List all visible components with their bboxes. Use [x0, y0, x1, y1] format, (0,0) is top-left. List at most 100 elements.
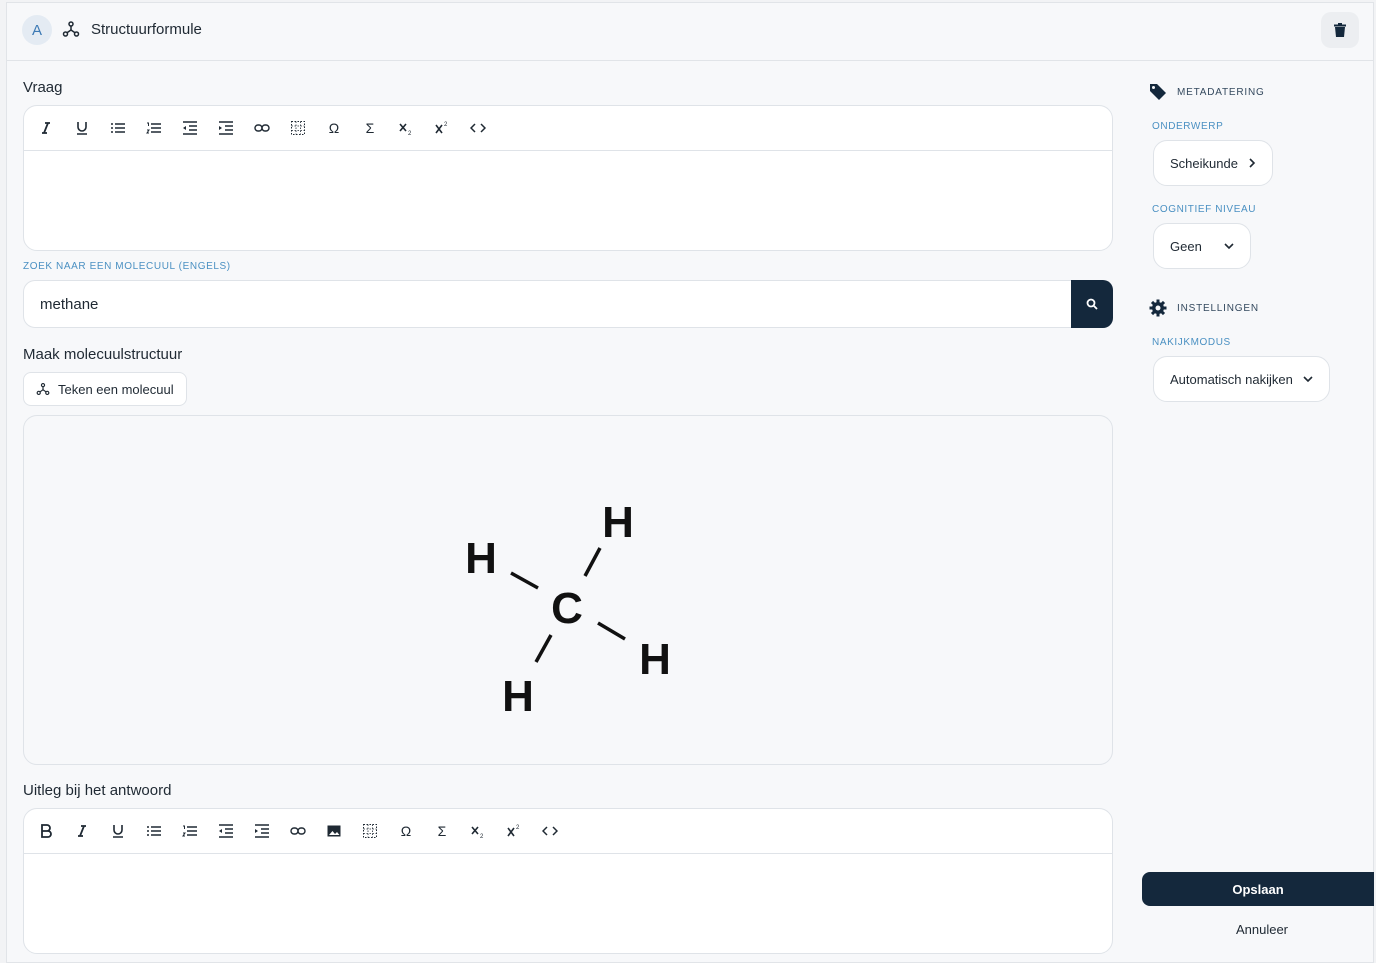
table-button[interactable]: [352, 816, 388, 846]
molecule-canvas[interactable]: C H H H H: [23, 415, 1113, 765]
settings-heading: INSTELLINGEN: [1149, 299, 1259, 317]
draw-molecule-label: Teken een molecuul: [58, 381, 174, 397]
superscript-icon: 2: [507, 825, 520, 837]
svg-text:2: 2: [516, 825, 520, 831]
subject-value: Scheikunde: [1170, 155, 1238, 171]
code-icon: [542, 826, 558, 836]
subject-selector[interactable]: Scheikunde: [1153, 140, 1273, 186]
image-icon: [327, 825, 341, 837]
indent-icon: [219, 121, 233, 135]
gear-icon: [1149, 299, 1167, 317]
subscript-button[interactable]: 2: [460, 816, 496, 846]
svg-text:2: 2: [444, 122, 448, 128]
link-button[interactable]: [280, 816, 316, 846]
subscript-icon: 2: [471, 826, 484, 839]
molecule-icon: [36, 382, 50, 396]
outdent-button[interactable]: [172, 113, 208, 143]
metadata-heading-label: METADATERING: [1177, 86, 1265, 98]
atom-h-right: H: [639, 635, 671, 684]
subject-label: ONDERWERP: [1152, 121, 1224, 132]
atom-h-bottom: H: [502, 672, 534, 721]
numbered-list-icon: [182, 825, 197, 837]
source-code-button[interactable]: [532, 816, 568, 846]
explanation-text-area[interactable]: [24, 854, 1112, 953]
save-button[interactable]: Opslaan: [1142, 872, 1374, 906]
underline-button[interactable]: [64, 113, 100, 143]
bullet-list-button[interactable]: [100, 113, 136, 143]
bold-icon: [41, 824, 52, 838]
question-editor: Ω Σ 2 2: [23, 105, 1113, 251]
subscript-button[interactable]: 2: [388, 113, 424, 143]
search-label: ZOEK NAAR EEN MOLECUUL (ENGELS): [23, 261, 231, 272]
bullet-list-icon: [147, 826, 161, 836]
superscript-icon: 2: [435, 122, 448, 134]
question-toolbar: Ω Σ 2 2: [24, 106, 1112, 151]
settings-heading-label: INSTELLINGEN: [1177, 302, 1259, 314]
bond-bottom: [534, 634, 553, 663]
explanation-label: Uitleg bij het antwoord: [23, 782, 172, 799]
formula-button[interactable]: Σ: [424, 816, 460, 846]
indent-button[interactable]: [208, 113, 244, 143]
search-button[interactable]: [1071, 280, 1113, 328]
grading-mode-dropdown[interactable]: Automatisch nakijken: [1153, 356, 1330, 402]
numbered-list-button[interactable]: [136, 113, 172, 143]
underline-icon: [113, 825, 123, 838]
numbered-list-icon: [146, 122, 161, 134]
code-icon: [470, 123, 486, 133]
table-icon: [363, 824, 377, 838]
special-character-button[interactable]: Ω: [388, 816, 424, 846]
image-button[interactable]: [316, 816, 352, 846]
atom-c: C: [551, 584, 583, 633]
italic-icon: [42, 122, 50, 134]
chevron-down-icon: [1224, 243, 1234, 250]
molecule-icon: [62, 21, 80, 37]
table-icon: [291, 121, 305, 135]
cancel-button[interactable]: Annuleer: [1142, 922, 1376, 937]
numbered-list-button[interactable]: [172, 816, 208, 846]
svg-text:2: 2: [408, 131, 412, 136]
svg-text:2: 2: [480, 834, 484, 839]
grading-mode-label: NAKIJKMODUS: [1152, 337, 1231, 348]
question-text-area[interactable]: [24, 151, 1112, 250]
molecule-search-input[interactable]: [23, 280, 1075, 328]
italic-button[interactable]: [28, 113, 64, 143]
grading-mode-value: Automatisch nakijken: [1170, 371, 1293, 387]
bold-button[interactable]: [28, 816, 64, 846]
link-icon: [290, 827, 306, 835]
chevron-right-icon: [1249, 158, 1256, 168]
outdent-icon: [183, 121, 197, 135]
molecule-search: [23, 280, 1113, 328]
source-code-button[interactable]: [460, 113, 496, 143]
special-character-button[interactable]: Ω: [316, 113, 352, 143]
indent-button[interactable]: [244, 816, 280, 846]
outdent-button[interactable]: [208, 816, 244, 846]
cognitive-level-dropdown[interactable]: Geen: [1153, 223, 1251, 269]
subscript-icon: 2: [399, 123, 412, 136]
search-icon: [1086, 298, 1098, 310]
question-type-title: Structuurformule: [91, 21, 202, 38]
formula-button[interactable]: Σ: [352, 113, 388, 143]
underline-button[interactable]: [100, 816, 136, 846]
italic-button[interactable]: [64, 816, 100, 846]
bullet-list-button[interactable]: [136, 816, 172, 846]
bullet-list-icon: [111, 123, 125, 133]
superscript-button[interactable]: 2: [496, 816, 532, 846]
question-editor-card: A Structuurformule Vraag Ω Σ 2 2 ZOEK NA…: [6, 2, 1374, 963]
indent-icon: [255, 824, 269, 838]
superscript-button[interactable]: 2: [424, 113, 460, 143]
table-button[interactable]: [280, 113, 316, 143]
outdent-icon: [219, 824, 233, 838]
delete-button[interactable]: [1321, 12, 1359, 48]
underline-icon: [77, 122, 87, 135]
question-letter-badge: A: [22, 15, 52, 45]
bond-top: [583, 547, 602, 577]
link-icon: [254, 124, 270, 132]
italic-icon: [78, 825, 86, 837]
structure-label: Maak molecuulstructuur: [23, 346, 183, 363]
chevron-down-icon: [1303, 376, 1313, 383]
draw-molecule-button[interactable]: Teken een molecuul: [23, 372, 187, 406]
link-button[interactable]: [244, 113, 280, 143]
atom-h-left: H: [465, 534, 497, 583]
atom-h-top: H: [602, 498, 634, 547]
tag-icon: [1150, 84, 1166, 100]
